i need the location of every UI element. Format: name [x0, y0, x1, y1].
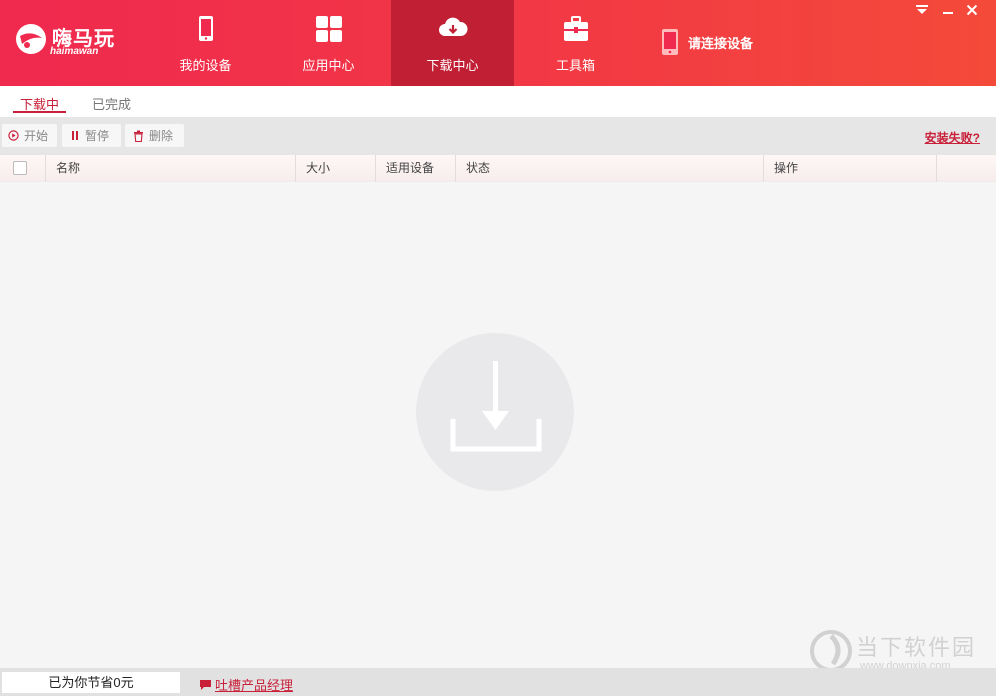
pause-icon	[70, 130, 80, 141]
close-button[interactable]	[962, 2, 982, 18]
trash-icon	[133, 130, 144, 142]
menu-dropdown-icon	[916, 5, 928, 14]
menu-button[interactable]	[912, 2, 932, 18]
app-logo: 嗨马玩 haimawan	[14, 18, 124, 66]
speech-bubble-icon	[200, 679, 211, 690]
nav-download-center[interactable]: 下载中心	[391, 0, 514, 86]
start-label: 开始	[24, 129, 49, 143]
tab-completed[interactable]: 已完成	[92, 94, 131, 113]
status-bar: 已为你节省0元 吐槽产品经理	[0, 668, 996, 696]
feedback-label: 吐槽产品经理	[215, 678, 294, 693]
savings-label: 已为你节省0元	[2, 672, 180, 693]
empty-download-illustration	[416, 333, 574, 491]
active-tab-indicator	[13, 111, 66, 113]
column-header-spacer	[936, 155, 994, 182]
download-tray-icon	[450, 361, 542, 452]
nav-my-devices[interactable]: 我的设备	[144, 0, 267, 86]
logo-icon	[16, 24, 46, 54]
download-table-header: 名称 大小 适用设备 状态 操作	[0, 155, 996, 182]
app-header: 嗨马玩 haimawan 我的设备 应用中心 下载中心 工具箱 请连接设备	[0, 0, 996, 86]
play-icon	[8, 130, 19, 141]
column-header-action[interactable]: 操作	[763, 155, 936, 182]
logo-subtext: haimawan	[50, 46, 99, 57]
column-header-name[interactable]: 名称	[45, 155, 295, 182]
nav-app-center[interactable]: 应用中心	[267, 0, 390, 86]
toolbox-icon	[563, 16, 588, 41]
phone-icon	[662, 29, 678, 55]
delete-label: 删除	[149, 129, 174, 143]
close-icon	[966, 4, 978, 16]
nav-label: 应用中心	[302, 58, 355, 73]
nav-label: 我的设备	[179, 58, 232, 73]
start-button[interactable]: 开始	[2, 124, 57, 147]
column-header-device[interactable]: 适用设备	[375, 155, 455, 182]
column-header-size[interactable]: 大小	[295, 155, 375, 182]
minimize-icon	[943, 12, 953, 14]
phone-icon	[198, 16, 213, 41]
delete-button[interactable]: 删除	[125, 124, 184, 147]
grid-icon	[315, 16, 342, 42]
nav-label: 下载中心	[426, 58, 479, 73]
nav-toolbox[interactable]: 工具箱	[514, 0, 637, 86]
select-all-checkbox[interactable]	[13, 161, 27, 175]
watermark-text: 当下软件园	[856, 635, 977, 660]
pause-label: 暂停	[85, 129, 110, 143]
minimize-button[interactable]	[938, 2, 958, 18]
download-subtabs: 下载中 已完成	[0, 86, 996, 117]
connect-device-prompt[interactable]: 请连接设备	[660, 28, 753, 56]
cloud-download-icon	[438, 17, 468, 36]
download-toolbar: 开始 暂停 删除 安装失败?	[0, 117, 996, 155]
nav-label: 工具箱	[555, 58, 595, 73]
pause-button[interactable]: 暂停	[62, 124, 121, 147]
connect-device-label: 请连接设备	[688, 35, 754, 51]
feedback-link[interactable]: 吐槽产品经理	[199, 675, 293, 694]
install-failed-link[interactable]: 安装失败?	[925, 129, 980, 146]
column-header-status[interactable]: 状态	[455, 155, 763, 182]
